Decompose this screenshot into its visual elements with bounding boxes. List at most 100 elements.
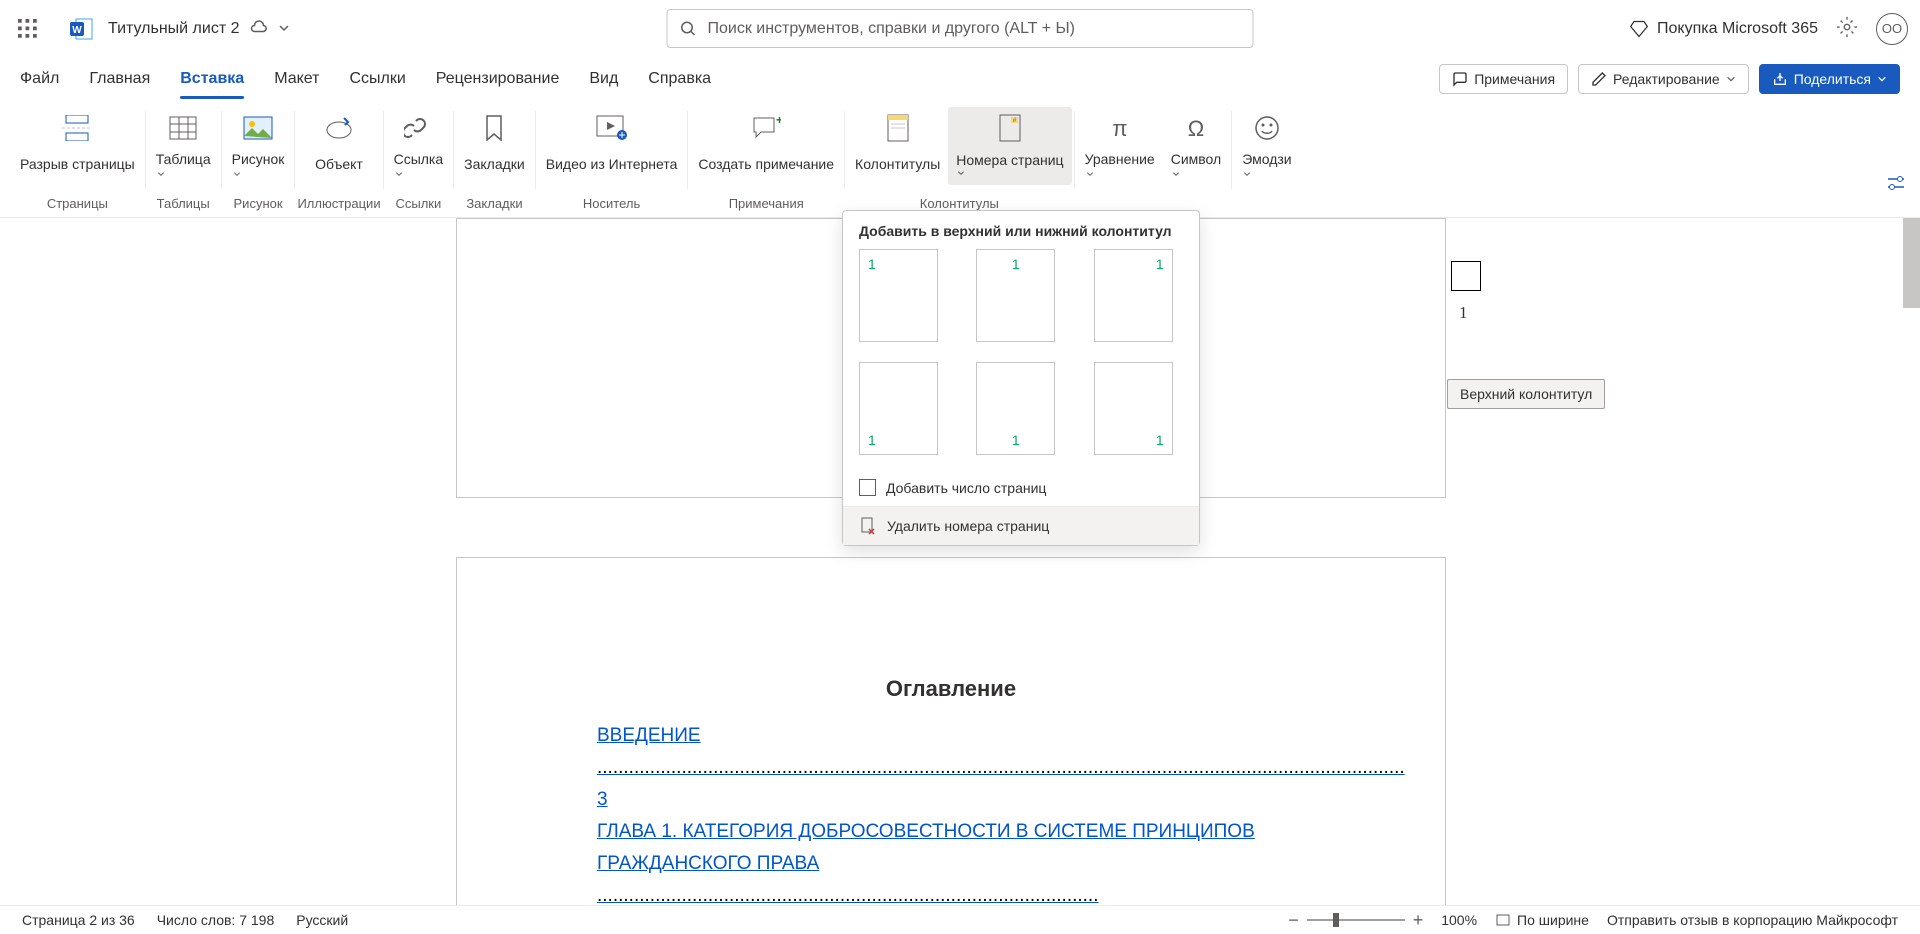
page-numbers-dropdown: Добавить в верхний или нижний колонтитул… <box>842 210 1200 546</box>
status-word-count[interactable]: Число слов: 7 198 <box>157 912 275 928</box>
link-button[interactable]: Ссылка <box>386 107 452 185</box>
status-page[interactable]: Страница 2 из 36 <box>22 912 135 928</box>
emoji-button[interactable]: Эмодзи <box>1234 107 1299 185</box>
page-number-top-right[interactable]: 1 <box>1094 249 1173 342</box>
search-input[interactable]: Поиск инструментов, справки и другого (A… <box>667 9 1254 48</box>
toc-page[interactable]: 3 <box>597 784 1305 816</box>
chevron-down-icon <box>156 170 166 178</box>
chevron-down-icon <box>232 170 242 178</box>
include-page-count-toggle[interactable]: Добавить число страниц <box>843 469 1199 506</box>
zoom-slider-track[interactable] <box>1307 919 1405 921</box>
group-label-picture: Рисунок <box>234 196 283 213</box>
toc-heading: Оглавление <box>597 676 1305 702</box>
svg-text:+: + <box>776 116 781 127</box>
bookmark-button[interactable]: Закладки <box>456 107 533 185</box>
slider-icon <box>1886 175 1906 191</box>
group-label-illustrations: Иллюстрации <box>297 196 380 213</box>
vertical-scrollbar[interactable] <box>1903 218 1920 308</box>
tab-home[interactable]: Главная <box>89 61 150 97</box>
chevron-down-icon <box>1877 74 1887 84</box>
chevron-down-icon <box>1171 170 1181 178</box>
equation-button[interactable]: π Уравнение <box>1077 107 1163 185</box>
page-number-top-left[interactable]: 1 <box>859 249 938 342</box>
bookmark-icon <box>484 115 504 141</box>
tab-review[interactable]: Рецензирование <box>436 61 560 97</box>
header-footer-button[interactable]: Колонтитулы <box>847 107 948 185</box>
buy-microsoft-365[interactable]: Покупка Microsoft 365 <box>1629 19 1818 39</box>
remove-page-numbers[interactable]: Удалить номера страниц <box>843 506 1199 545</box>
tab-references[interactable]: Ссылки <box>349 61 405 97</box>
group-label-emoji <box>1265 196 1269 213</box>
page-2[interactable]: Оглавление ВВЕДЕНИЕ ....................… <box>456 557 1446 905</box>
link-icon <box>404 116 432 140</box>
fit-width-icon <box>1495 913 1511 927</box>
group-label-links: Ссылки <box>395 196 441 213</box>
fit-width-button[interactable]: По ширине <box>1495 912 1589 928</box>
word-app-icon: W <box>68 15 96 43</box>
new-comment-button[interactable]: + Создать примечание <box>690 107 842 185</box>
share-button[interactable]: Поделиться <box>1759 64 1900 94</box>
chevron-down-icon <box>394 170 404 178</box>
tab-file[interactable]: Файл <box>20 61 59 97</box>
toc-entry[interactable]: ГЛАВА 1. КАТЕГОРИЯ ДОБРОСОВЕСТНОСТИ В СИ… <box>597 816 1305 905</box>
online-video-button[interactable]: Видео из Интернета <box>538 107 686 185</box>
symbol-icon: Ω <box>1183 116 1209 140</box>
user-avatar[interactable]: ОО <box>1876 13 1908 45</box>
zoom-control[interactable]: − + <box>1288 910 1423 931</box>
chevron-down-icon <box>1726 74 1736 84</box>
picture-button[interactable]: Рисунок <box>224 107 293 185</box>
group-label-pages: Страницы <box>47 196 108 213</box>
chevron-down-icon <box>1242 170 1252 178</box>
new-comment-icon: + <box>751 116 781 140</box>
checkbox-icon <box>859 479 876 496</box>
search-placeholder: Поиск инструментов, справки и другого (A… <box>708 20 1076 38</box>
zoom-in-icon[interactable]: + <box>1413 910 1424 931</box>
zoom-out-icon[interactable]: − <box>1288 910 1299 931</box>
emoji-icon <box>1254 115 1280 141</box>
page-number-bottom-center[interactable]: 1 <box>976 362 1055 455</box>
status-language[interactable]: Русский <box>296 912 348 928</box>
tab-help[interactable]: Справка <box>648 61 711 97</box>
svg-text:π: π <box>1112 116 1127 140</box>
svg-text:Ω: Ω <box>1188 116 1204 140</box>
editing-mode-button[interactable]: Редактирование <box>1578 64 1749 94</box>
document-title[interactable]: Титульный лист 2 <box>104 20 244 38</box>
feedback-link[interactable]: Отправить отзыв в корпорацию Майкрософт <box>1607 912 1898 928</box>
diamond-icon <box>1629 19 1649 39</box>
page-number-bottom-left[interactable]: 1 <box>859 362 938 455</box>
object-button[interactable]: Объект <box>307 107 371 185</box>
page-numbers-button[interactable]: # Номера страниц <box>948 107 1071 185</box>
header-footer-icon <box>886 114 910 142</box>
page-break-icon <box>62 115 92 141</box>
picture-icon <box>243 116 273 140</box>
page-number-top-center[interactable]: 1 <box>976 249 1055 342</box>
tab-layout[interactable]: Макет <box>274 61 319 97</box>
zoom-percent[interactable]: 100% <box>1441 912 1477 928</box>
header-region-badge[interactable]: Верхний колонтитул <box>1447 379 1605 409</box>
tab-insert[interactable]: Вставка <box>180 61 244 97</box>
object-icon <box>324 116 354 140</box>
app-launcher[interactable] <box>12 13 44 45</box>
pencil-icon <box>1591 71 1607 87</box>
share-icon <box>1772 71 1788 87</box>
page-break-button[interactable]: Разрыв страницы <box>12 107 143 185</box>
callout-heading: Добавить в верхний или нижний колонтитул <box>843 211 1199 249</box>
equation-icon: π <box>1107 116 1133 140</box>
svg-text:W: W <box>72 25 82 36</box>
settings-button[interactable] <box>1836 16 1858 41</box>
video-icon <box>596 115 628 141</box>
page-number-frame[interactable] <box>1451 261 1481 291</box>
zoom-slider-thumb[interactable] <box>1333 913 1339 927</box>
toc-entry[interactable]: ВВЕДЕНИЕ ...............................… <box>597 720 1305 784</box>
title-dropdown[interactable] <box>278 21 290 37</box>
waffle-icon <box>18 19 38 39</box>
table-button[interactable]: Таблица <box>148 107 219 185</box>
group-label-bookmarks: Закладки <box>466 196 522 213</box>
comments-button[interactable]: Примечания <box>1439 64 1568 94</box>
symbol-button[interactable]: Ω Символ <box>1163 107 1229 185</box>
page-number-value: 1 <box>1459 303 1468 323</box>
page-number-icon: # <box>998 114 1022 142</box>
tab-view[interactable]: Вид <box>589 61 618 97</box>
ribbon-options-button[interactable] <box>1886 175 1906 194</box>
page-number-bottom-right[interactable]: 1 <box>1094 362 1173 455</box>
